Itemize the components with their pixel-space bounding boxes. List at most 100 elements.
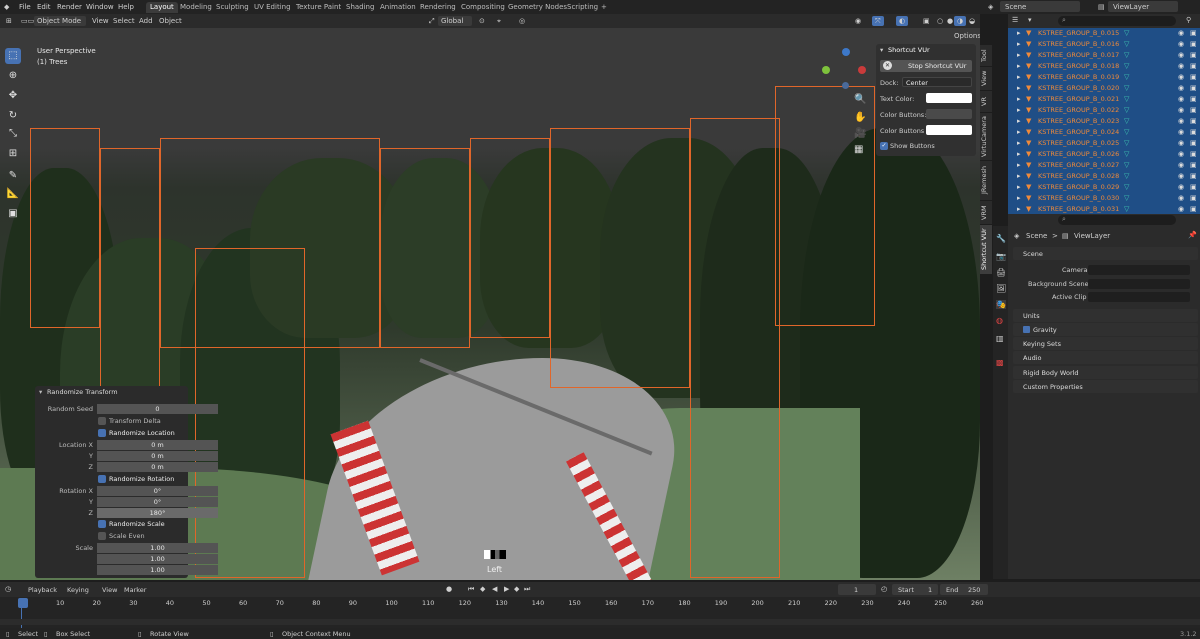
outliner-object-name[interactable]: KSTREE_GROUP_B_0.022: [1038, 106, 1119, 114]
texture-tab-icon[interactable]: ▩: [996, 358, 1004, 367]
overlay-toggle-icon[interactable]: ◐: [896, 16, 909, 26]
custom-properties-section[interactable]: Custom Properties: [1013, 380, 1198, 393]
camera-render-icon[interactable]: ▣: [1190, 73, 1197, 81]
eye-icon[interactable]: ◉: [1178, 172, 1184, 180]
units-section[interactable]: Units: [1013, 309, 1198, 322]
timeline-editor-icon[interactable]: ◷: [5, 585, 11, 593]
camera-render-icon[interactable]: ▣: [1190, 106, 1197, 114]
outliner-row[interactable]: ▸ ▼ KSTREE_GROUP_B_0.021 ▽ ◉ ▣: [1008, 94, 1200, 105]
outliner-object-name[interactable]: KSTREE_GROUP_B_0.029: [1038, 183, 1119, 191]
collapse-arrow-icon[interactable]: ▾: [39, 388, 42, 396]
camera-view-icon[interactable]: 🎥: [854, 128, 866, 139]
xray-icon[interactable]: ▣: [920, 16, 933, 26]
outliner-row[interactable]: ▸ ▼ KSTREE_GROUP_B_0.028 ▽ ◉ ▣: [1008, 171, 1200, 182]
menu-add[interactable]: Add: [136, 16, 156, 26]
scene-tab-icon[interactable]: 🎭: [996, 300, 1006, 309]
tab-modeling[interactable]: Modeling: [176, 2, 216, 13]
scale-z-field[interactable]: 1.00: [97, 565, 218, 575]
menu-window[interactable]: Window: [86, 3, 114, 11]
expand-arrow-icon[interactable]: ▸: [1017, 117, 1021, 125]
expand-arrow-icon[interactable]: ▸: [1017, 172, 1021, 180]
tab-shortcut-vur[interactable]: Shortcut VUr: [980, 224, 992, 274]
tab-geometry-nodes[interactable]: Geometry Nodes: [504, 2, 571, 13]
outliner-object-name[interactable]: KSTREE_GROUP_B_0.030: [1038, 194, 1119, 202]
outliner-row[interactable]: ▸ ▼ KSTREE_GROUP_B_0.019 ▽ ◉ ▣: [1008, 72, 1200, 83]
cursor-tool[interactable]: ⊕: [5, 68, 21, 84]
expand-arrow-icon[interactable]: ▸: [1017, 106, 1021, 114]
pivot-icon[interactable]: ⊙: [476, 16, 488, 26]
menu-object[interactable]: Object: [156, 16, 185, 26]
shading-rendered-icon[interactable]: ◒: [966, 16, 978, 26]
measure-tool[interactable]: 📐: [5, 186, 21, 202]
location-z-field[interactable]: 0 m: [97, 462, 218, 472]
menu-marker[interactable]: Marker: [124, 586, 146, 594]
camera-render-icon[interactable]: ▣: [1190, 128, 1197, 136]
expand-arrow-icon[interactable]: ▸: [1017, 51, 1021, 59]
outliner-object-name[interactable]: KSTREE_GROUP_B_0.019: [1038, 73, 1119, 81]
scene-icon[interactable]: ◈: [988, 3, 993, 11]
prev-keyframe-icon[interactable]: ◆: [480, 585, 485, 593]
eye-icon[interactable]: ◉: [1178, 194, 1184, 202]
timeline[interactable]: 1102030405060708090100110120130140150160…: [0, 597, 1200, 628]
camera-render-icon[interactable]: ▣: [1190, 84, 1197, 92]
gravity-checkbox[interactable]: [1023, 326, 1030, 333]
scale-x-field[interactable]: 1.00: [97, 543, 218, 553]
playhead[interactable]: [18, 598, 28, 608]
timeline-scrollbar[interactable]: [0, 619, 1200, 625]
expand-arrow-icon[interactable]: ▸: [1017, 183, 1021, 191]
scale-y-field[interactable]: 1.00: [97, 554, 218, 564]
camera-render-icon[interactable]: ▣: [1190, 161, 1197, 169]
dock-dropdown[interactable]: Center: [902, 77, 972, 87]
camera-render-icon[interactable]: ▣: [1190, 150, 1197, 158]
location-y-field[interactable]: 0 m: [97, 451, 218, 461]
rigid-body-world-section[interactable]: Rigid Body World: [1013, 366, 1198, 379]
scale-even-checkbox[interactable]: [98, 532, 106, 540]
expand-arrow-icon[interactable]: ▸: [1017, 95, 1021, 103]
outliner-row[interactable]: ▸ ▼ KSTREE_GROUP_B_0.024 ▽ ◉ ▣: [1008, 127, 1200, 138]
show-buttons-checkbox[interactable]: ✓: [880, 142, 888, 150]
camera-render-icon[interactable]: ▣: [1190, 194, 1197, 202]
eye-icon[interactable]: ◉: [1178, 84, 1184, 92]
gizmo-toggle-icon[interactable]: ⤧: [872, 16, 884, 26]
pin-icon[interactable]: 📌: [1188, 231, 1197, 239]
camera-render-icon[interactable]: ▣: [1190, 117, 1197, 125]
outliner-row[interactable]: ▸ ▼ KSTREE_GROUP_B_0.017 ▽ ◉ ▣: [1008, 50, 1200, 61]
transform-orientation-icon[interactable]: ⤢: [426, 16, 438, 26]
eye-icon[interactable]: ◉: [1178, 150, 1184, 158]
mode-dropdown[interactable]: Object Mode: [34, 16, 86, 26]
color-buttons-2-swatch[interactable]: [926, 125, 972, 135]
outliner-row[interactable]: ▸ ▼ KSTREE_GROUP_B_0.016 ▽ ◉ ▣: [1008, 39, 1200, 50]
end-frame-field[interactable]: End 250: [940, 584, 988, 595]
outliner-row[interactable]: ▸ ▼ KSTREE_GROUP_B_0.030 ▽ ◉ ▣: [1008, 193, 1200, 204]
tab-layout[interactable]: Layout: [146, 2, 178, 13]
start-frame-field[interactable]: Start 1: [892, 584, 938, 595]
tab-tool[interactable]: Tool: [980, 44, 992, 66]
eye-icon[interactable]: ◉: [1178, 117, 1184, 125]
collection-tab-icon[interactable]: ▥: [996, 334, 1004, 343]
collapse-arrow-icon[interactable]: ▾: [880, 46, 883, 54]
expand-arrow-icon[interactable]: ▸: [1017, 205, 1021, 213]
expand-arrow-icon[interactable]: ▸: [1017, 73, 1021, 81]
scale-tool[interactable]: ⤡: [5, 126, 21, 142]
outliner-row[interactable]: ▸ ▼ KSTREE_GROUP_B_0.018 ▽ ◉ ▣: [1008, 61, 1200, 72]
camera-render-icon[interactable]: ▣: [1190, 172, 1197, 180]
tab-view[interactable]: View: [980, 66, 992, 90]
camera-render-icon[interactable]: ▣: [1190, 40, 1197, 48]
world-tab-icon[interactable]: ◍: [996, 316, 1003, 325]
camera-render-icon[interactable]: ▣: [1190, 183, 1197, 191]
menu-view[interactable]: View: [89, 16, 112, 26]
tab-compositing[interactable]: Compositing: [457, 2, 509, 13]
active-clip-field[interactable]: [1088, 292, 1190, 302]
camera-render-icon[interactable]: ▣: [1190, 62, 1197, 70]
keying-sets-section[interactable]: Keying Sets: [1013, 337, 1198, 350]
shading-material-icon[interactable]: ◑: [954, 16, 967, 26]
play-reverse-icon[interactable]: ◀: [492, 585, 497, 593]
expand-arrow-icon[interactable]: ▸: [1017, 139, 1021, 147]
clock-icon[interactable]: ◴: [881, 585, 887, 593]
rotate-tool[interactable]: ↻: [5, 108, 21, 124]
pan-hand-icon[interactable]: ✋: [854, 112, 866, 123]
camera-render-icon[interactable]: ▣: [1190, 29, 1197, 37]
jump-start-icon[interactable]: ⏮: [468, 585, 474, 594]
proportional-edit-icon[interactable]: ◎: [516, 16, 528, 26]
snap-icon[interactable]: ⌖: [494, 16, 504, 26]
